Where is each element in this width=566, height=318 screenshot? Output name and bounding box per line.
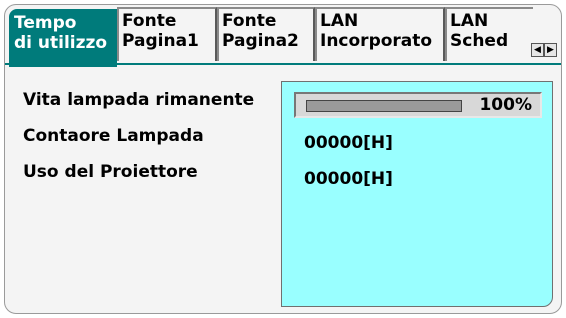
usage-time-dialog: Tempo di utilizzo Fonte Pagina1 Fonte Pa…	[4, 4, 562, 314]
tab-lan-card-line2: Sched	[450, 31, 509, 51]
tab-lan-card[interactable]: LAN Sched	[445, 7, 533, 61]
scroll-right-icon[interactable]: ▶	[544, 43, 557, 57]
lamp-life-percent: 100%	[479, 95, 532, 115]
values-panel: 100% 00000[H] 00000[H]	[281, 81, 553, 307]
tab-source-page2-line2: Pagina2	[222, 31, 299, 51]
lamp-life-fill	[307, 101, 461, 111]
tab-source-page1-line1: Fonte	[122, 11, 177, 31]
projector-usage-label: Uso del Proiettore	[23, 162, 198, 182]
lamp-life-label: Vita lampada rimanente	[23, 90, 255, 110]
scroll-left-icon[interactable]: ◀	[531, 43, 544, 57]
tab-underline	[5, 63, 561, 65]
projector-usage-value: 00000[H]	[304, 169, 393, 189]
tab-lan-builtin[interactable]: LAN Incorporato	[315, 7, 445, 61]
tab-usage-time-line1: Tempo	[14, 13, 77, 33]
tab-usage-time-line2: di utilizzo	[14, 33, 108, 53]
lamp-life-track	[306, 100, 462, 112]
lamp-hours-value: 00000[H]	[304, 133, 393, 153]
tab-usage-time[interactable]: Tempo di utilizzo	[9, 9, 117, 67]
tab-source-page1[interactable]: Fonte Pagina1	[117, 7, 217, 61]
tab-source-page2-line1: Fonte	[222, 11, 277, 31]
tab-scroll-controls: ◀ ▶	[531, 43, 557, 57]
tab-source-page1-line2: Pagina1	[122, 31, 199, 51]
tab-bar: Tempo di utilizzo Fonte Pagina1 Fonte Pa…	[5, 5, 561, 67]
tab-lan-builtin-line2: Incorporato	[320, 31, 433, 51]
tab-source-page2[interactable]: Fonte Pagina2	[217, 7, 315, 61]
tab-lan-card-line1: LAN	[450, 11, 489, 31]
lamp-life-meter: 100%	[294, 92, 542, 118]
tab-lan-builtin-line1: LAN	[320, 11, 359, 31]
lamp-hours-label: Contaore Lampada	[23, 126, 204, 146]
